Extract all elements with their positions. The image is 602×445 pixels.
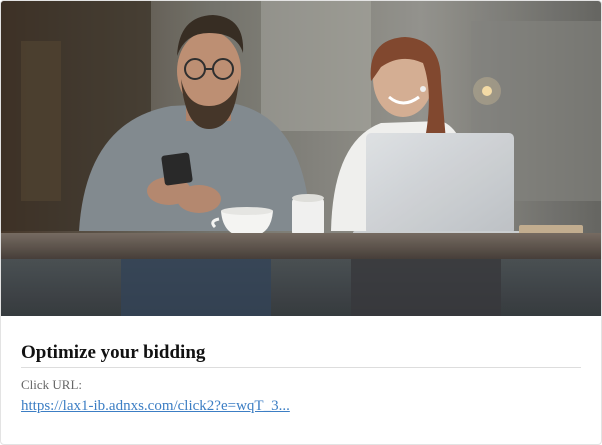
click-url-link[interactable]: https://lax1-ib.adnxs.com/click2?e=wqT_3… bbox=[21, 397, 290, 415]
click-url-label: Click URL: bbox=[21, 377, 83, 392]
ad-card: Optimize your bidding Click URL: https:/… bbox=[0, 0, 602, 445]
ad-image[interactable] bbox=[1, 1, 601, 316]
ad-body: Optimize your bidding Click URL: https:/… bbox=[21, 316, 581, 415]
ad-title: Optimize your bidding bbox=[21, 342, 581, 368]
